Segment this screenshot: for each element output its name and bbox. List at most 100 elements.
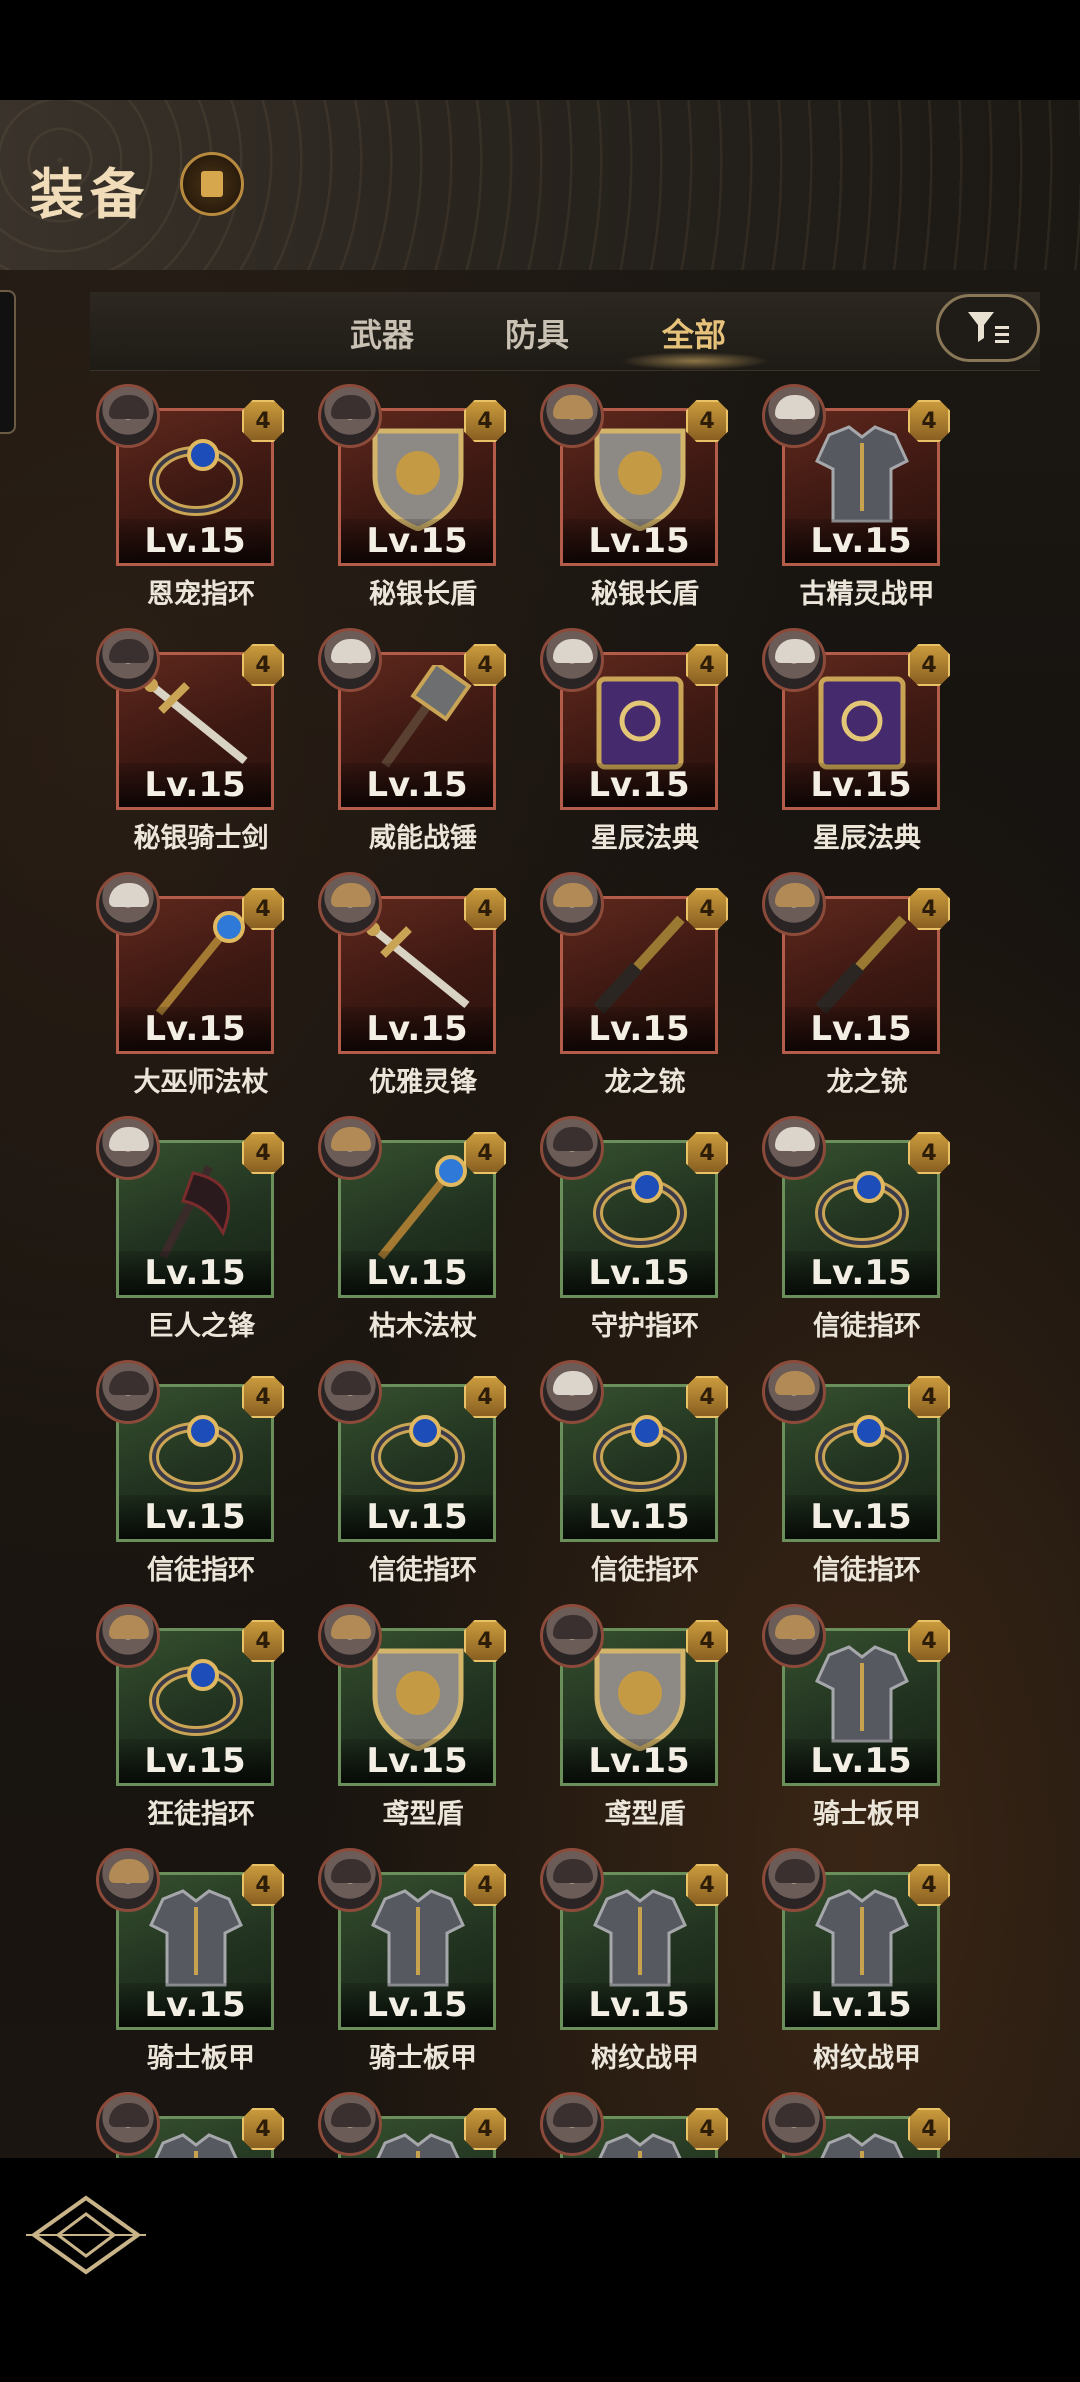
item-level: Lv.15 — [144, 1497, 246, 1537]
equipment-card[interactable]: Lv.15 4 信徒指环 — [762, 1116, 950, 1342]
rank-number: 4 — [921, 896, 937, 922]
equipment-card[interactable]: Lv.15 4 鸢型盾 — [318, 1604, 506, 1830]
equipment-card[interactable]: Lv.15 4 守护指环 — [540, 1116, 728, 1342]
equipment-card[interactable]: Lv.15 4 秘银长盾 — [540, 384, 728, 610]
item-level: Lv.15 — [588, 1985, 690, 2025]
hero-avatar — [762, 2092, 826, 2156]
equipment-card[interactable]: Lv.15 4 枯木法杖 — [318, 1116, 506, 1342]
menu-emblem-icon[interactable] — [26, 2190, 146, 2280]
rank-badge: 4 — [464, 1620, 506, 1662]
equipment-card[interactable]: Lv.15 4 树纹战甲 — [762, 1848, 950, 2074]
equipment-card[interactable]: 4 — [762, 2092, 950, 2158]
equipment-card[interactable]: Lv.15 4 大巫师法杖 — [96, 872, 284, 1098]
item-name: 威能战锤 — [369, 823, 477, 854]
shield-icon — [577, 421, 703, 532]
item-level: Lv.15 — [810, 1985, 912, 2025]
equipment-card[interactable]: Lv.15 4 信徒指环 — [96, 1360, 284, 1586]
armor-icon — [799, 1885, 925, 1995]
item-name: 狂徒指环 — [147, 1799, 255, 1830]
equipment-card[interactable]: 4 — [96, 2092, 284, 2158]
armor-icon — [799, 1641, 925, 1751]
item-name: 树纹战甲 — [591, 2043, 699, 2074]
hero-avatar — [762, 1848, 826, 1912]
rank-badge: 4 — [464, 1376, 506, 1418]
tab-weapons[interactable]: 武器 — [350, 310, 414, 356]
equipment-card[interactable]: Lv.15 4 星辰法典 — [540, 628, 728, 854]
ring-icon — [133, 421, 259, 531]
item-name: 星辰法典 — [813, 823, 921, 854]
equipment-card[interactable]: Lv.15 4 龙之铳 — [762, 872, 950, 1098]
item-name: 枯木法杖 — [369, 1311, 477, 1342]
item-name: 信徒指环 — [369, 1555, 477, 1586]
hero-avatar — [540, 384, 604, 448]
equipment-card[interactable]: Lv.15 4 古精灵战甲 — [762, 384, 950, 610]
rank-number: 4 — [921, 1872, 937, 1898]
rank-badge: 4 — [464, 400, 506, 442]
equipment-card[interactable]: Lv.15 4 信徒指环 — [540, 1360, 728, 1586]
rank-number: 4 — [477, 652, 493, 678]
rank-badge: 4 — [686, 1620, 728, 1662]
rank-badge: 4 — [242, 400, 284, 442]
item-level: Lv.15 — [588, 1253, 690, 1293]
equipment-card[interactable]: Lv.15 4 龙之铳 — [540, 872, 728, 1098]
active-tab-indicator — [620, 352, 770, 370]
equipment-card[interactable]: Lv.15 4 鸢型盾 — [540, 1604, 728, 1830]
rank-number: 4 — [477, 1628, 493, 1654]
ring-icon — [355, 1397, 481, 1507]
rank-badge: 4 — [464, 1864, 506, 1906]
equipment-card[interactable]: Lv.15 4 恩宠指环 — [96, 384, 284, 610]
tab-all[interactable]: 全部 — [662, 310, 726, 356]
hero-avatar — [762, 872, 826, 936]
rank-number: 4 — [699, 1872, 715, 1898]
rank-number: 4 — [699, 408, 715, 434]
hero-avatar — [540, 2092, 604, 2156]
equipment-card[interactable]: Lv.15 4 威能战锤 — [318, 628, 506, 854]
equipment-card[interactable]: Lv.15 4 树纹战甲 — [540, 1848, 728, 2074]
rank-badge: 4 — [686, 2108, 728, 2150]
rank-number: 4 — [477, 408, 493, 434]
equipment-card[interactable]: Lv.15 4 骑士板甲 — [762, 1604, 950, 1830]
shield-icon — [355, 421, 481, 532]
hero-avatar — [540, 1848, 604, 1912]
item-level: Lv.15 — [366, 1497, 468, 1537]
hero-avatar — [540, 1116, 604, 1180]
rank-badge: 4 — [686, 1864, 728, 1906]
rank-badge: 4 — [908, 1864, 950, 1906]
rank-number: 4 — [255, 1628, 271, 1654]
equipment-card[interactable]: Lv.15 4 巨人之锋 — [96, 1116, 284, 1342]
equipment-card[interactable]: Lv.15 4 星辰法典 — [762, 628, 950, 854]
hero-avatar — [762, 1116, 826, 1180]
rank-number: 4 — [699, 1628, 715, 1654]
equipment-card[interactable]: Lv.15 4 信徒指环 — [318, 1360, 506, 1586]
equipment-card[interactable]: 4 — [318, 2092, 506, 2158]
shield-icon — [577, 1641, 703, 1752]
rank-badge: 4 — [908, 400, 950, 442]
rank-number: 4 — [255, 1140, 271, 1166]
book-icon — [799, 665, 925, 775]
rank-badge: 4 — [686, 1376, 728, 1418]
tab-armor[interactable]: 防具 — [505, 310, 569, 356]
equipment-card[interactable]: Lv.15 4 骑士板甲 — [96, 1848, 284, 2074]
item-name: 信徒指环 — [147, 1555, 255, 1586]
item-level: Lv.15 — [366, 1009, 468, 1049]
equipment-card[interactable]: Lv.15 4 秘银长盾 — [318, 384, 506, 610]
equipment-card[interactable]: Lv.15 4 狂徒指环 — [96, 1604, 284, 1830]
equipment-card[interactable]: Lv.15 4 优雅灵锋 — [318, 872, 506, 1098]
filter-button[interactable] — [936, 294, 1040, 362]
equipment-card[interactable]: Lv.15 4 信徒指环 — [762, 1360, 950, 1586]
hero-avatar — [540, 1604, 604, 1668]
item-level: Lv.15 — [366, 1985, 468, 2025]
rank-number: 4 — [477, 1384, 493, 1410]
item-name: 骑士板甲 — [813, 1799, 921, 1830]
item-name: 秘银长盾 — [591, 579, 699, 610]
scroll-icon[interactable] — [180, 152, 244, 216]
hero-avatar — [318, 1604, 382, 1668]
item-name: 大巫师法杖 — [133, 1067, 269, 1098]
hero-avatar — [318, 2092, 382, 2156]
equipment-card[interactable]: 4 — [540, 2092, 728, 2158]
equipment-card[interactable]: Lv.15 4 骑士板甲 — [318, 1848, 506, 2074]
rank-number: 4 — [699, 652, 715, 678]
status-bar-area — [0, 0, 1080, 100]
item-level: Lv.15 — [810, 521, 912, 561]
equipment-card[interactable]: Lv.15 4 秘银骑士剑 — [96, 628, 284, 854]
